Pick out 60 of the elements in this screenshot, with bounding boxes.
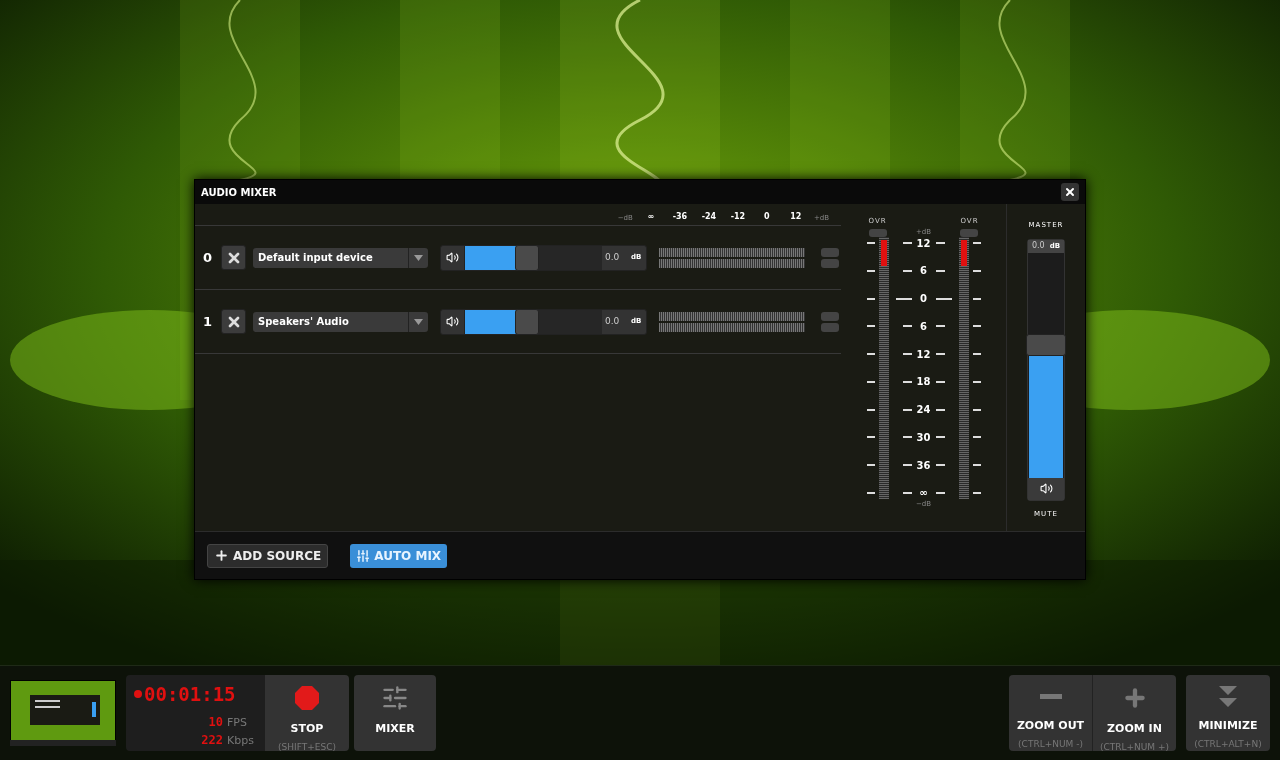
recording-timer: 00:01:15 xyxy=(144,682,236,707)
toggle-button[interactable] xyxy=(821,258,839,268)
scale-label: 6 xyxy=(919,264,928,279)
channel-number: 0 xyxy=(203,248,214,267)
scale-label: 30 xyxy=(915,430,932,445)
scale-label: -36 xyxy=(671,211,689,223)
sliders-icon xyxy=(381,684,409,712)
sliders-icon xyxy=(356,548,371,563)
mixer-button[interactable]: MIXER xyxy=(354,675,436,751)
scale-label: 36 xyxy=(915,458,932,473)
volume-slider[interactable] xyxy=(465,309,602,334)
fps-value: 10 xyxy=(208,713,223,731)
overload-indicator xyxy=(868,228,887,237)
scale-label: ∞ xyxy=(646,211,656,223)
double-down-arrow-icon xyxy=(1219,685,1237,708)
fps-unit: FPS xyxy=(227,714,248,731)
scale-label: 12 xyxy=(915,236,932,251)
close-button[interactable] xyxy=(1061,183,1079,201)
speaker-icon xyxy=(1039,482,1053,495)
toggle-button[interactable] xyxy=(821,311,839,321)
scale-label: 18 xyxy=(915,375,932,390)
toggle-button[interactable] xyxy=(821,247,839,257)
scale-label: -12 xyxy=(729,211,747,223)
volume-reading: 0.0 xyxy=(605,314,621,328)
scale-label: 6 xyxy=(919,319,928,334)
stop-button[interactable]: STOP (SHIFT+ESC) xyxy=(265,675,349,751)
overload-indicator xyxy=(960,228,979,237)
stop-icon xyxy=(294,685,320,711)
scale-label: 24 xyxy=(915,403,932,418)
master-reading: 0.0 xyxy=(1031,240,1045,252)
volume-reading: 0.0 xyxy=(605,250,621,264)
scale-label: 12 xyxy=(789,211,803,223)
plus-icon xyxy=(214,548,229,563)
add-source-button[interactable]: ADD SOURCE xyxy=(207,543,329,568)
scale-label: 0 xyxy=(763,211,771,223)
minimize-button[interactable]: MINIMIZE (CTRL+ALT+N) xyxy=(1186,675,1270,751)
zoom-out-button[interactable]: ZOOM OUT (CTRL+NUM -) xyxy=(1009,675,1093,751)
scale-label: 0 xyxy=(919,292,928,307)
toggle-button[interactable] xyxy=(821,322,839,332)
minus-icon xyxy=(1039,694,1062,699)
remove-button[interactable] xyxy=(221,245,246,270)
channel-number: 1 xyxy=(203,312,214,331)
slider-thumb[interactable] xyxy=(514,308,539,335)
bitrate-unit: Kbps xyxy=(227,733,255,749)
mute-button[interactable] xyxy=(1028,477,1064,500)
slider-thumb[interactable] xyxy=(1026,333,1066,356)
slider-thumb[interactable] xyxy=(514,244,539,271)
bitrate-value: 222 xyxy=(201,732,223,749)
window-title: AUDIO MIXER xyxy=(201,185,277,200)
remove-button[interactable] xyxy=(221,309,246,334)
source-dropdown[interactable]: Default input device xyxy=(253,247,428,268)
source-dropdown[interactable]: Speakers' Audio xyxy=(253,311,428,332)
close-icon xyxy=(1064,186,1076,198)
speaker-icon xyxy=(446,315,459,328)
volume-slider[interactable] xyxy=(465,245,602,270)
scale-label: 12 xyxy=(915,347,932,362)
speaker-icon xyxy=(446,251,459,264)
scale-label: ∞ xyxy=(918,486,929,501)
scale-label: -24 xyxy=(700,211,718,223)
zoom-in-button[interactable]: ZOOM IN (CTRL+NUM +) xyxy=(1093,675,1176,751)
